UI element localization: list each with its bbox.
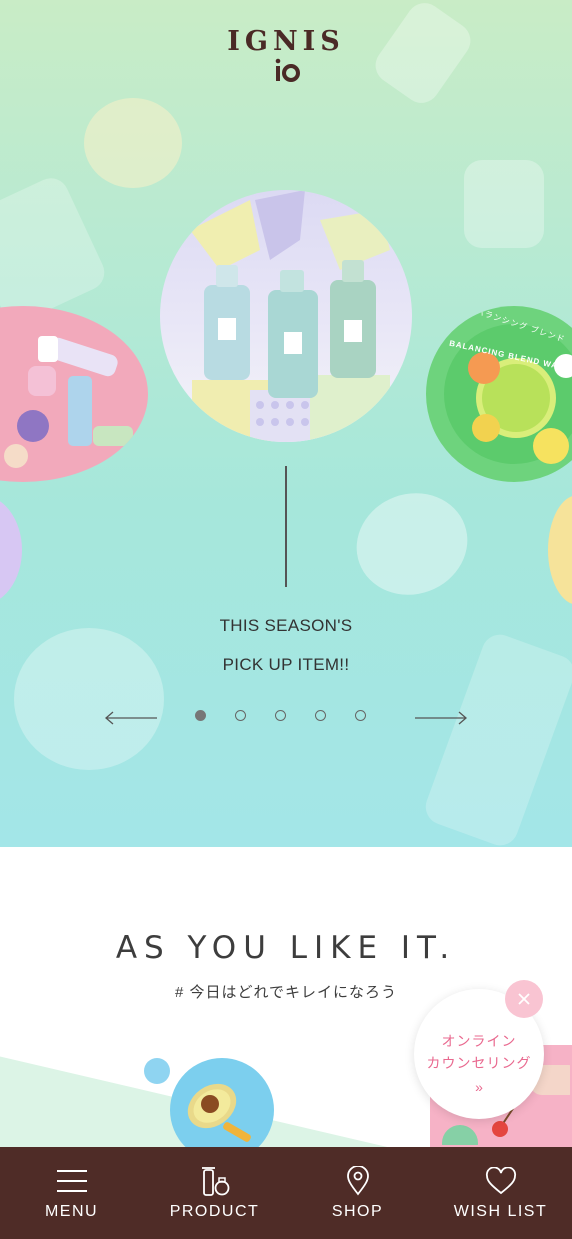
arrow-right-icon[interactable] <box>414 711 468 725</box>
logo-text: IGNIS <box>227 26 345 57</box>
carousel-slide-prev[interactable] <box>0 306 148 482</box>
product-group-image <box>4 336 133 468</box>
nav-product[interactable]: PRODUCT <box>143 1147 286 1239</box>
brand-logo[interactable]: IGNIS <box>0 26 572 83</box>
product-bottles-image <box>190 190 390 442</box>
background-bottle-shape <box>464 160 544 248</box>
nav-shop-label: SHOP <box>331 1203 384 1220</box>
close-icon <box>518 993 530 1005</box>
background-jar-shape <box>84 98 182 188</box>
location-pin-icon <box>346 1166 369 1196</box>
pagination-dot[interactable] <box>235 710 246 721</box>
counseling-label-line1: オンライン <box>441 1033 517 1049</box>
counseling-label-line2: カウンセリング <box>426 1055 532 1071</box>
arrow-left-icon[interactable] <box>104 711 158 725</box>
product-icon <box>201 1167 229 1196</box>
nav-wish-list-label: WISH LIST <box>453 1203 548 1220</box>
bottom-navigation: MENU PRODUCT SHOP WISH LIST <box>0 1147 572 1239</box>
pickup-headline-line2: PICK UP ITEM!! <box>222 655 350 674</box>
logo-mark-icon <box>275 58 300 82</box>
carousel-slide-far-next[interactable] <box>548 495 572 605</box>
hero-carousel: IGNIS BALANCING BLEND WATER バランシング ブレンド … <box>0 0 572 847</box>
nav-product-label: PRODUCT <box>169 1203 260 1220</box>
section-title: AS YOU LIKE IT. <box>115 930 457 966</box>
slide-connector-line <box>285 466 287 587</box>
pickup-headline-line1: THIS SEASON'S <box>219 616 353 635</box>
pagination-dot[interactable] <box>355 710 366 721</box>
pagination-dot[interactable] <box>195 710 206 721</box>
decorative-dot <box>144 1058 170 1084</box>
background-jar-shape <box>342 477 482 611</box>
nav-wish-list[interactable]: WISH LIST <box>429 1147 572 1239</box>
pagination-dot[interactable] <box>315 710 326 721</box>
carousel-slide-active[interactable] <box>160 190 412 442</box>
carousel-pagination <box>195 710 366 721</box>
menu-icon <box>56 1170 87 1192</box>
close-popup-button[interactable] <box>505 980 543 1018</box>
nav-menu-label: MENU <box>44 1203 99 1220</box>
background-bottle-shape <box>0 172 111 328</box>
counseling-arrow-icon: » <box>475 1079 483 1095</box>
pagination-dot[interactable] <box>275 710 286 721</box>
carousel-slide-next[interactable]: BALANCING BLEND WATER バランシング ブレンド <box>426 306 572 482</box>
nav-shop[interactable]: SHOP <box>286 1147 429 1239</box>
heart-icon <box>485 1167 516 1195</box>
background-jar-shape <box>14 628 164 770</box>
nav-menu[interactable]: MENU <box>0 1147 143 1239</box>
carousel-slide-far-prev[interactable] <box>0 495 22 605</box>
